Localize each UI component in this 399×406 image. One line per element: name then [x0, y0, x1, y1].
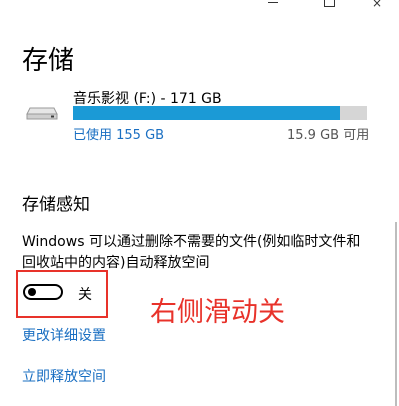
title-bar: × [0, 0, 399, 9]
toggle-highlight-box: 关 [16, 270, 108, 318]
storage-sense-description: Windows 可以通过删除不需要的文件(例如临时文件和回收站中的内容)自动释放… [22, 234, 361, 271]
change-settings-link[interactable]: 更改详细设置 [22, 325, 106, 345]
free-up-space-link[interactable]: 立即释放空间 [22, 366, 106, 386]
toggle-knob [28, 288, 36, 296]
section-title-storage-sense: 存储感知 [22, 195, 90, 215]
drive-usage-fill [73, 106, 340, 120]
scrollbar[interactable] [395, 222, 397, 406]
drive-item[interactable]: 音乐影视 (F:) - 171 GB 已使用 155 GB 15.9 GB 可用 [24, 88, 374, 148]
close-icon[interactable]: × [372, 0, 382, 9]
page-title: 存储 [22, 46, 75, 76]
drive-icon [26, 107, 58, 120]
toggle-state-label: 关 [78, 287, 92, 303]
drive-name: 音乐影视 (F:) - 171 GB [73, 91, 222, 107]
drive-usage-bar [73, 106, 367, 120]
drive-used-label: 已使用 155 GB [73, 128, 165, 143]
maximize-icon[interactable] [324, 0, 335, 7]
annotation-text: 右侧滑动关 [150, 297, 285, 328]
storage-sense-toggle[interactable] [23, 284, 63, 300]
drive-free-label: 15.9 GB 可用 [287, 128, 370, 143]
